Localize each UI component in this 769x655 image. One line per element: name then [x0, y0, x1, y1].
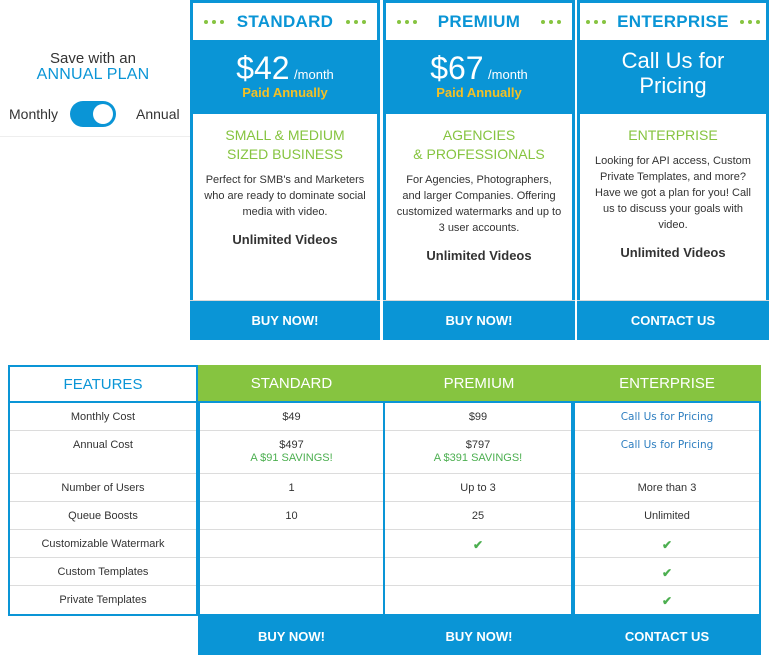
premium-cell: $797 A $391 SAVINGS!: [385, 431, 571, 474]
toggle-knob: [93, 104, 113, 124]
savings-note: A $91 SAVINGS!: [250, 452, 333, 464]
feature-label: Annual Cost: [10, 431, 196, 474]
check-icon: ✔: [661, 538, 673, 552]
dots-decoration-icon: [586, 20, 606, 24]
plan-name: ENTERPRISE: [617, 11, 729, 31]
standard-cell: [200, 558, 383, 586]
standard-cell: [200, 586, 383, 614]
table-body: Monthly Cost Annual Cost Number of Users…: [8, 401, 761, 616]
dots-decoration-icon: [740, 20, 760, 24]
billing-note: Paid Annually: [436, 85, 522, 100]
enterprise-cell: ✔: [575, 558, 759, 586]
call-for-pricing-link[interactable]: Call Us for Pricing: [621, 411, 714, 423]
enterprise-cell: More than 3: [575, 474, 759, 502]
enterprise-cell: Unlimited: [575, 502, 759, 530]
premium-cell: [385, 586, 571, 614]
standard-cell: [200, 530, 383, 558]
plan-price: $42: [236, 50, 290, 86]
plan-card-enterprise: ENTERPRISE Call Us for Pricing ENTERPRISE…: [577, 0, 769, 340]
annual-plan-highlight: ANNUAL PLAN: [36, 66, 150, 83]
monthly-label[interactable]: Monthly: [9, 106, 58, 122]
price-band: Call Us for Pricing: [580, 40, 766, 114]
plan-feature: Unlimited Videos: [232, 232, 338, 247]
feature-label: Queue Boosts: [10, 502, 196, 530]
check-icon: ✔: [661, 566, 673, 580]
price-period: /month: [488, 67, 528, 82]
plan-name: PREMIUM: [437, 11, 521, 31]
feature-label: Monthly Cost: [10, 403, 196, 431]
standard-header: STANDARD: [198, 365, 385, 401]
billing-toggle-panel: Save with an ANNUAL PLAN Monthly Annual: [0, 0, 190, 137]
features-comparison-table: FEATURES STANDARD PREMIUM ENTERPRISE Mon…: [8, 365, 761, 655]
plan-feature: Unlimited Videos: [426, 248, 532, 263]
plan-description: Looking for API access, Custom Private T…: [595, 155, 751, 231]
plan-price: $67: [430, 50, 484, 86]
plan-card-header: PREMIUM: [386, 3, 572, 40]
buy-now-standard-button[interactable]: BUY NOW!: [190, 300, 380, 340]
premium-header: PREMIUM: [385, 365, 573, 401]
premium-cell: [385, 558, 571, 586]
premium-cell: Up to 3: [385, 474, 571, 502]
feature-label: Custom Templates: [10, 558, 196, 586]
contact-us-button[interactable]: CONTACT US: [577, 300, 769, 340]
buy-now-premium-button[interactable]: BUY NOW!: [383, 300, 575, 340]
plan-description: Perfect for SMB's and Marketers who are …: [204, 174, 366, 218]
plan-card-premium: PREMIUM $67 /month Paid Annually AGENCIE…: [383, 0, 575, 340]
dots-decoration-icon: [397, 20, 417, 24]
plan-card-body: AGENCIES & PROFESSIONALS For Agencies, Ph…: [386, 126, 572, 263]
plan-card-header: ENTERPRISE: [580, 3, 766, 40]
dots-decoration-icon: [204, 20, 224, 24]
table-buy-now-standard-button[interactable]: BUY NOW!: [198, 616, 385, 655]
enterprise-cell: ✔: [575, 530, 759, 558]
plan-segment: AGENCIES & PROFESSIONALS: [413, 127, 545, 162]
billing-toggle-row: Monthly Annual: [0, 101, 186, 127]
premium-cell: ✔: [385, 530, 571, 558]
plan-card-body: ENTERPRISE Looking for API access, Custo…: [580, 126, 766, 260]
billing-note: Paid Annually: [242, 85, 328, 100]
annual-label[interactable]: Annual: [136, 106, 180, 122]
feature-label: Customizable Watermark: [10, 530, 196, 558]
feature-label: Number of Users: [10, 474, 196, 502]
table-header: FEATURES STANDARD PREMIUM ENTERPRISE: [8, 365, 761, 401]
features-header: FEATURES: [8, 365, 198, 401]
price-period: /month: [294, 67, 334, 82]
standard-cell: $49: [200, 403, 383, 431]
dots-decoration-icon: [346, 20, 366, 24]
plan-segment: ENTERPRISE: [628, 127, 718, 143]
enterprise-column: Call Us for Pricing Call Us for Pricing …: [573, 401, 761, 616]
plan-feature: Unlimited Videos: [620, 245, 726, 260]
enterprise-header: ENTERPRISE: [573, 365, 761, 401]
check-icon: ✔: [472, 538, 484, 552]
check-icon: ✔: [661, 594, 673, 608]
features-column: Monthly Cost Annual Cost Number of Users…: [8, 401, 198, 616]
standard-column: $49 $497 A $91 SAVINGS! 1 10: [198, 401, 385, 616]
billing-period-toggle[interactable]: [70, 101, 116, 127]
standard-cell: $497 A $91 SAVINGS!: [200, 431, 383, 474]
call-for-pricing-link[interactable]: Call Us for Pricing: [621, 439, 714, 451]
premium-cell: 25: [385, 502, 571, 530]
enterprise-cell: Call Us for Pricing: [575, 403, 759, 431]
plan-card-standard: STANDARD $42 /month Paid Annually SMALL …: [190, 0, 380, 340]
save-headline: Save with an: [50, 50, 136, 67]
plan-segment: SMALL & MEDIUM SIZED BUSINESS: [225, 127, 345, 162]
price-band: $42 /month Paid Annually: [193, 40, 377, 114]
price-band: $67 /month Paid Annually: [386, 40, 572, 114]
table-contact-us-button[interactable]: CONTACT US: [573, 616, 761, 655]
enterprise-cell: ✔: [575, 586, 759, 614]
plan-description: For Agencies, Photographers, and larger …: [396, 174, 562, 234]
premium-column: $99 $797 A $391 SAVINGS! Up to 3 25 ✔: [385, 401, 573, 616]
table-buy-now-premium-button[interactable]: BUY NOW!: [385, 616, 573, 655]
premium-cell: $99: [385, 403, 571, 431]
table-buttons: BUY NOW! BUY NOW! CONTACT US: [198, 616, 761, 655]
plan-card-header: STANDARD: [193, 3, 377, 40]
plan-card-body: SMALL & MEDIUM SIZED BUSINESS Perfect for…: [193, 126, 377, 247]
call-for-pricing: Call Us for Pricing: [621, 48, 725, 98]
standard-cell: 10: [200, 502, 383, 530]
savings-note: A $391 SAVINGS!: [433, 452, 523, 464]
plan-name: STANDARD: [236, 11, 334, 31]
dots-decoration-icon: [541, 20, 561, 24]
feature-label: Private Templates: [59, 594, 147, 606]
enterprise-cell: Call Us for Pricing: [575, 431, 759, 474]
standard-cell: 1: [200, 474, 383, 502]
